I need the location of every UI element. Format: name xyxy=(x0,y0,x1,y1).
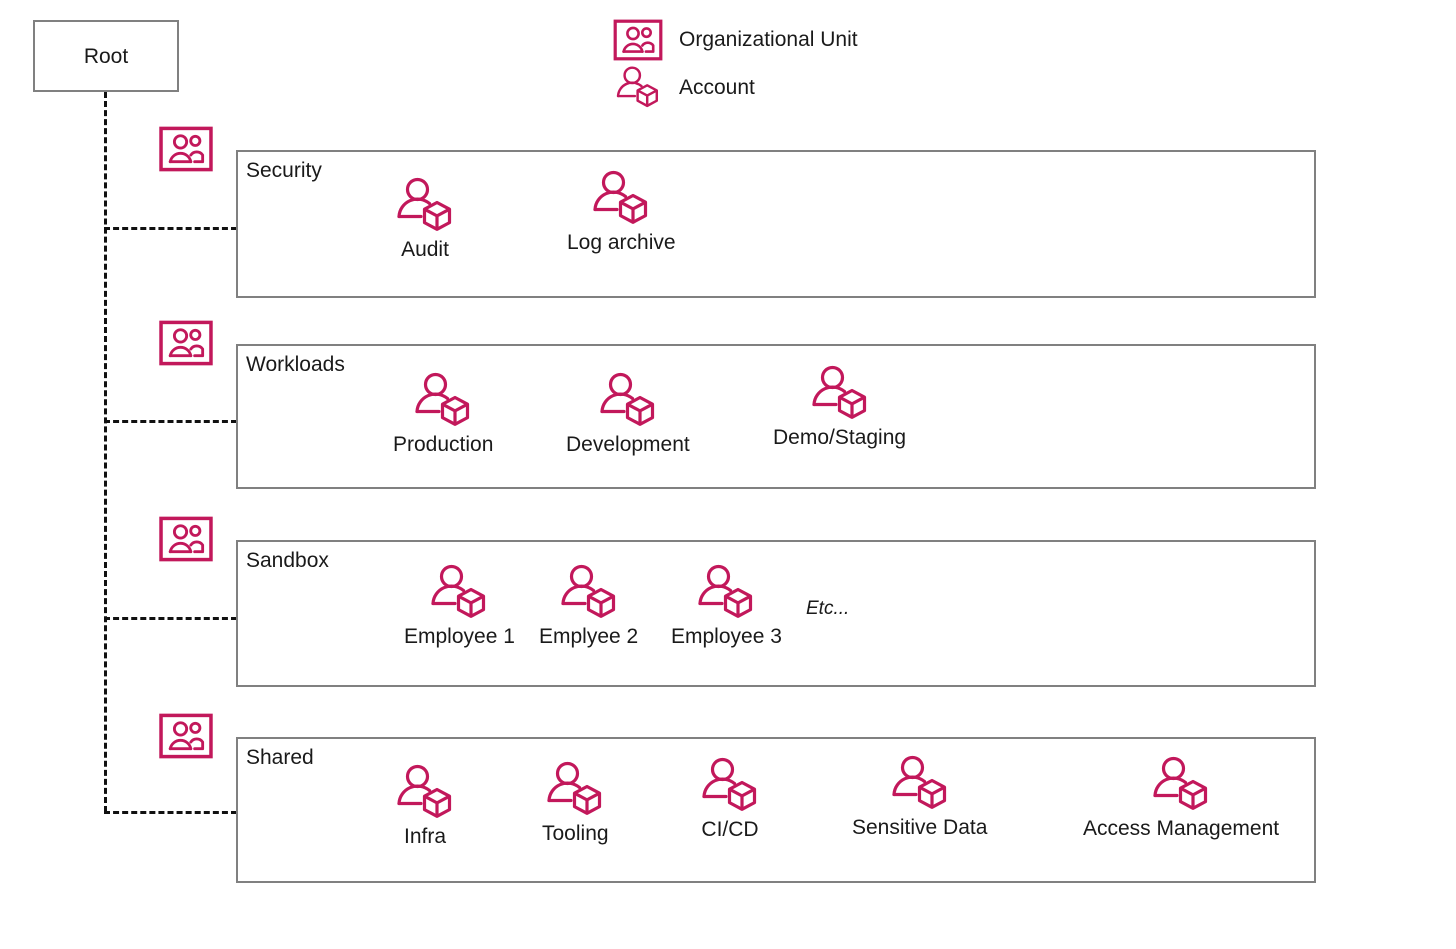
account-label: Log archive xyxy=(567,231,676,254)
account-tooling: Tooling xyxy=(542,759,609,845)
account-label: Infra xyxy=(403,825,447,848)
account-access-management: Access Management xyxy=(1083,754,1279,840)
account-icon xyxy=(600,372,654,426)
ou-group-workloads: Workloads Production Development Demo/St… xyxy=(159,320,1316,489)
branch-connector-workloads xyxy=(104,420,237,423)
account-label: Sensitive Data xyxy=(852,816,988,839)
account-label: Employee 3 xyxy=(671,625,782,648)
branch-connector-security xyxy=(104,227,237,230)
account-log-archive: Log archive xyxy=(567,168,676,254)
legend-label-account: Account xyxy=(679,76,755,99)
legend: Organizational Unit Account xyxy=(613,16,858,112)
ou-badge-workloads xyxy=(157,320,215,366)
account-label: Emplyee 2 xyxy=(539,625,639,648)
account-icon xyxy=(415,372,470,426)
account-employee-2: Emplyee 2 xyxy=(539,562,638,648)
account-audit: Audit xyxy=(393,175,457,261)
ou-badge-sandbox xyxy=(157,516,215,562)
account-icon xyxy=(613,65,665,111)
account-sensitive-data: Sensitive Data xyxy=(852,753,987,839)
account-label: CI/CD xyxy=(701,818,759,841)
organizational-unit-icon xyxy=(613,19,665,61)
account-icon xyxy=(702,757,757,811)
account-employee-1: Employee 1 xyxy=(404,562,515,648)
legend-label-organizational-unit: Organizational Unit xyxy=(679,28,858,51)
ou-title-workloads: Workloads xyxy=(246,353,345,376)
account-icon xyxy=(547,761,602,815)
account-label: Production xyxy=(393,433,494,456)
ou-group-shared: Shared Infra Tooling CI/CD Sensitive Dat… xyxy=(159,713,1316,883)
account-icon xyxy=(1153,756,1208,810)
legend-item-organizational-unit: Organizational Unit xyxy=(613,16,858,64)
account-ci-cd: CI/CD xyxy=(698,755,762,841)
account-employee-3: Employee 3 xyxy=(671,562,782,648)
account-icon xyxy=(892,755,946,809)
account-icon xyxy=(431,564,486,618)
account-label: Audit xyxy=(401,238,449,261)
account-label: Development xyxy=(566,433,690,456)
ou-group-sandbox: Sandbox Employee 1 Emplyee 2 Employee 3 … xyxy=(159,516,1316,687)
ou-group-security: Security Audit Log archive xyxy=(159,126,1316,298)
account-label: Tooling xyxy=(542,822,609,845)
diagram-canvas: Root Organizational Unit Account Securit… xyxy=(0,0,1456,949)
account-production: Production xyxy=(393,370,493,456)
account-infra: Infra xyxy=(393,762,457,848)
account-icon xyxy=(397,177,452,231)
ou-title-shared: Shared xyxy=(246,746,314,769)
account-icon xyxy=(811,365,866,419)
root-node: Root xyxy=(33,20,179,92)
account-icon xyxy=(397,764,452,818)
ou-badge-shared xyxy=(157,713,215,759)
branch-connector-sandbox xyxy=(104,617,237,620)
account-icon xyxy=(593,170,648,224)
account-label: Access Management xyxy=(1083,817,1280,840)
root-trunk-connector xyxy=(104,92,107,812)
account-demo-staging: Demo/Staging xyxy=(773,363,906,449)
account-icon xyxy=(561,564,615,618)
etc-label-sandbox: Etc... xyxy=(806,598,850,619)
legend-item-account: Account xyxy=(613,64,858,112)
root-node-label: Root xyxy=(83,44,129,68)
branch-connector-shared xyxy=(104,811,237,814)
ou-badge-security xyxy=(157,126,215,172)
ou-title-security: Security xyxy=(246,159,322,182)
account-label: Demo/Staging xyxy=(773,426,907,449)
account-icon xyxy=(698,564,753,618)
account-label: Employee 1 xyxy=(404,625,515,648)
account-development: Development xyxy=(566,370,690,456)
ou-title-sandbox: Sandbox xyxy=(246,549,329,572)
